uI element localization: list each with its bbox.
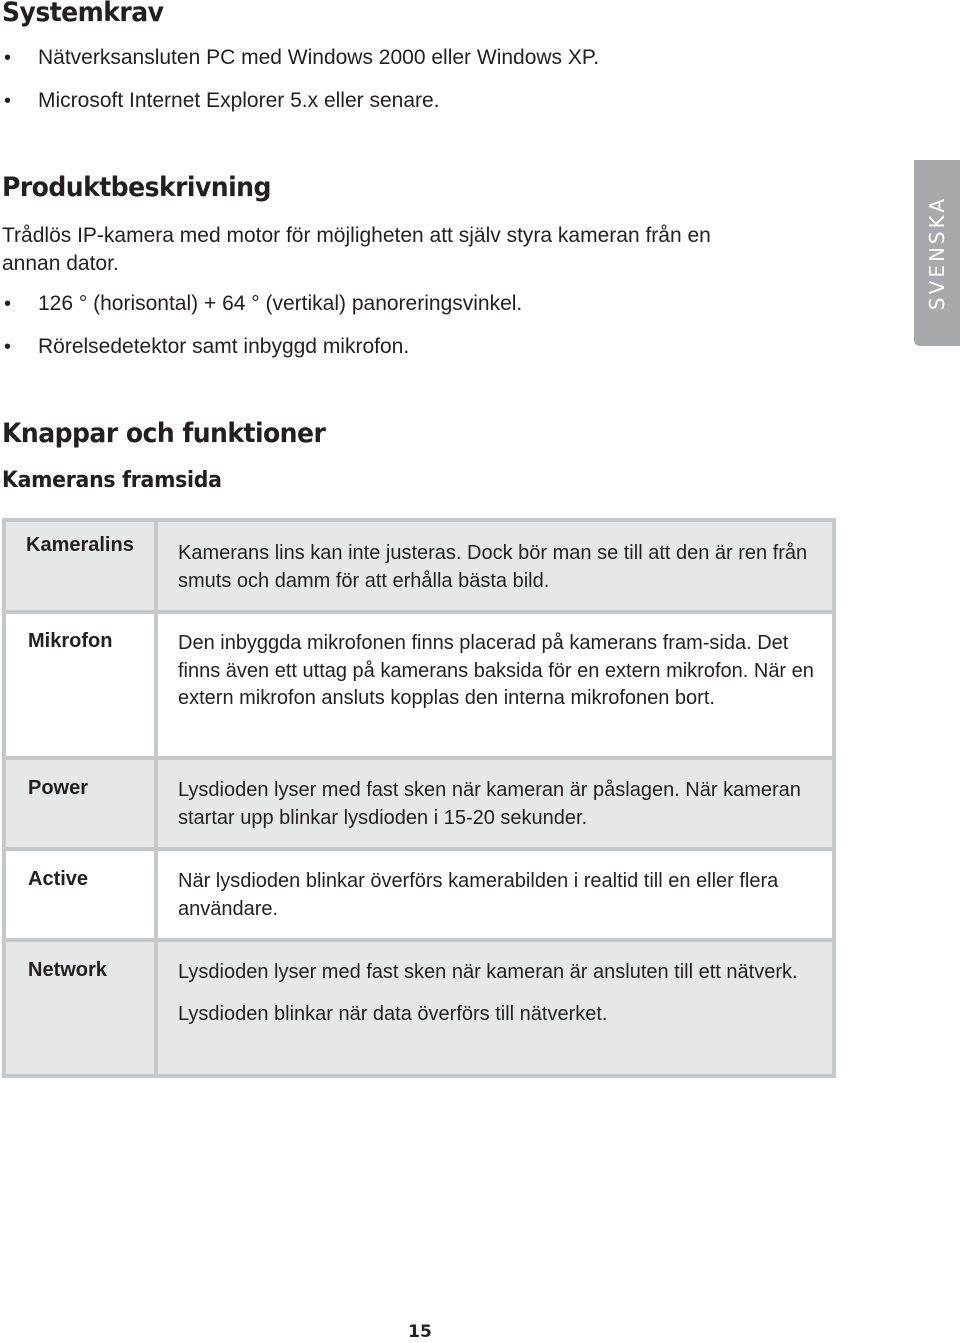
camera-front-table: Kameralins Kamerans lins kan inte juster…	[2, 518, 836, 1078]
product-description-paragraph: Trådlös IP-kamera med motor för möjlighe…	[2, 224, 711, 275]
table-row: Power Lysdioden lyser med fast sken när …	[6, 760, 832, 851]
language-side-tab: SVENSKA	[914, 160, 960, 346]
description-text: Lysdioden blinkar när data överförs till…	[178, 1002, 608, 1025]
row-label: Mikrofon	[6, 614, 154, 756]
description-text: Kamerans lins kan inte justeras. Dock bö…	[178, 542, 808, 592]
list-item-text: Microsoft Internet Explorer 5.x eller se…	[38, 89, 440, 112]
list-item-text: 126 ° (horisontal) + 64 ° (vertikal) pan…	[38, 292, 523, 315]
table-row: Kameralins Kamerans lins kan inte juster…	[6, 522, 832, 614]
bullet-icon: •	[4, 293, 12, 315]
row-description: Kamerans lins kan inte justeras. Dock bö…	[158, 522, 832, 610]
list-item-text: Nätverksansluten PC med Windows 2000 ell…	[38, 46, 600, 69]
bullet-icon: •	[4, 90, 12, 112]
row-label: Kameralins	[6, 522, 154, 610]
row-description: Lysdioden lyser med fast sken när kamera…	[158, 760, 832, 847]
language-tab-label: SVENSKA	[925, 195, 949, 311]
row-label: Power	[6, 760, 154, 847]
description-text: Lysdioden lyser med fast sken när kamera…	[178, 779, 801, 829]
row-label: Active	[6, 851, 154, 938]
row-label: Network	[6, 942, 154, 1074]
camera-front-subheading: Kamerans framsida	[2, 468, 222, 493]
description-text: När lysdioden blinkar överförs kamerabil…	[178, 870, 779, 920]
row-description: När lysdioden blinkar överförs kamerabil…	[158, 851, 832, 938]
table-row: Network Lysdioden lyser med fast sken nä…	[6, 942, 832, 1078]
bullet-icon: •	[4, 336, 12, 358]
bullet-icon: •	[4, 47, 12, 69]
system-requirements-heading: Systemkrav	[2, 0, 164, 28]
page-number: 15	[408, 1322, 432, 1342]
row-description: Den inbyggda mikrofonen finns placerad p…	[158, 614, 832, 756]
product-description-heading: Produktbeskrivning	[2, 172, 271, 203]
row-description: Lysdioden lyser med fast sken när kamera…	[158, 942, 832, 1074]
buttons-functions-heading: Knappar och funktioner	[2, 418, 326, 449]
table-row: Mikrofon Den inbyggda mikrofonen finns p…	[6, 614, 832, 760]
table-row: Active När lysdioden blinkar överförs ka…	[6, 851, 832, 942]
description-text: Den inbyggda mikrofonen finns placerad p…	[178, 632, 814, 709]
list-item-text: Rörelsedetektor samt inbyggd mikrofon.	[38, 335, 410, 358]
description-text: Lysdioden lyser med fast sken när kamera…	[178, 961, 798, 983]
